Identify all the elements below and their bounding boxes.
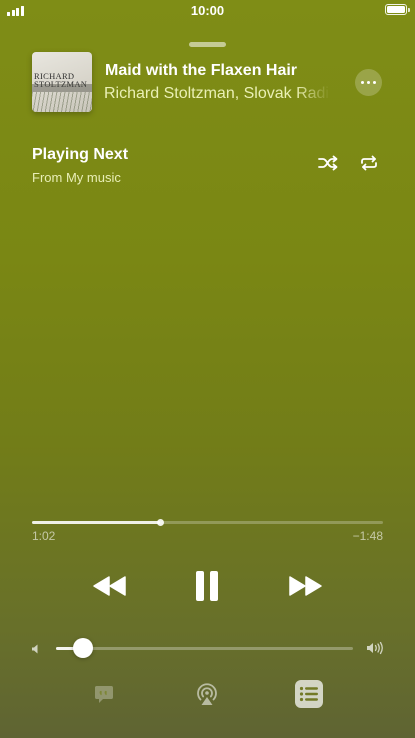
queue-list-icon (299, 686, 318, 702)
shuffle-button[interactable] (316, 152, 340, 174)
ellipsis-icon (360, 80, 365, 85)
lyrics-icon (95, 686, 113, 703)
rewind-icon (93, 576, 126, 596)
volume-slider[interactable] (56, 647, 353, 650)
speaker-high-icon (366, 641, 384, 655)
album-artwork[interactable]: RICHARD STOLTZMAN (32, 52, 92, 112)
queue-heading: Playing Next (32, 146, 129, 163)
elapsed-time: 1:02 (32, 529, 56, 543)
progress-fill (32, 521, 161, 524)
shuffle-icon (318, 155, 338, 171)
lyrics-button[interactable] (91, 681, 117, 707)
remaining-time: −1:48 (352, 529, 383, 543)
track-title: Maid with the Flaxen Hair (105, 62, 298, 79)
repeat-button[interactable] (357, 152, 381, 174)
queue-button[interactable] (295, 680, 323, 708)
pause-icon (196, 571, 218, 601)
airplay-button[interactable] (194, 680, 220, 708)
repeat-icon (361, 155, 377, 171)
sheet-grabber[interactable] (189, 42, 226, 47)
progress-scrubber[interactable] (156, 519, 164, 526)
airplay-icon (197, 683, 217, 705)
track-artist: Richard Stoltzman, Slovak Radio Symphony… (104, 85, 330, 102)
battery-icon (385, 4, 410, 15)
queue-subheading: From My music (32, 170, 121, 185)
pause-button[interactable] (190, 566, 224, 606)
progress-bar[interactable] (32, 521, 383, 524)
fast-forward-button[interactable] (285, 570, 325, 602)
status-time: 10:00 (190, 3, 225, 18)
speaker-low-icon (30, 642, 42, 654)
rewind-button[interactable] (90, 570, 130, 602)
volume-knob[interactable] (72, 638, 93, 658)
more-options-button[interactable] (355, 69, 382, 96)
fast-forward-icon (289, 576, 322, 596)
